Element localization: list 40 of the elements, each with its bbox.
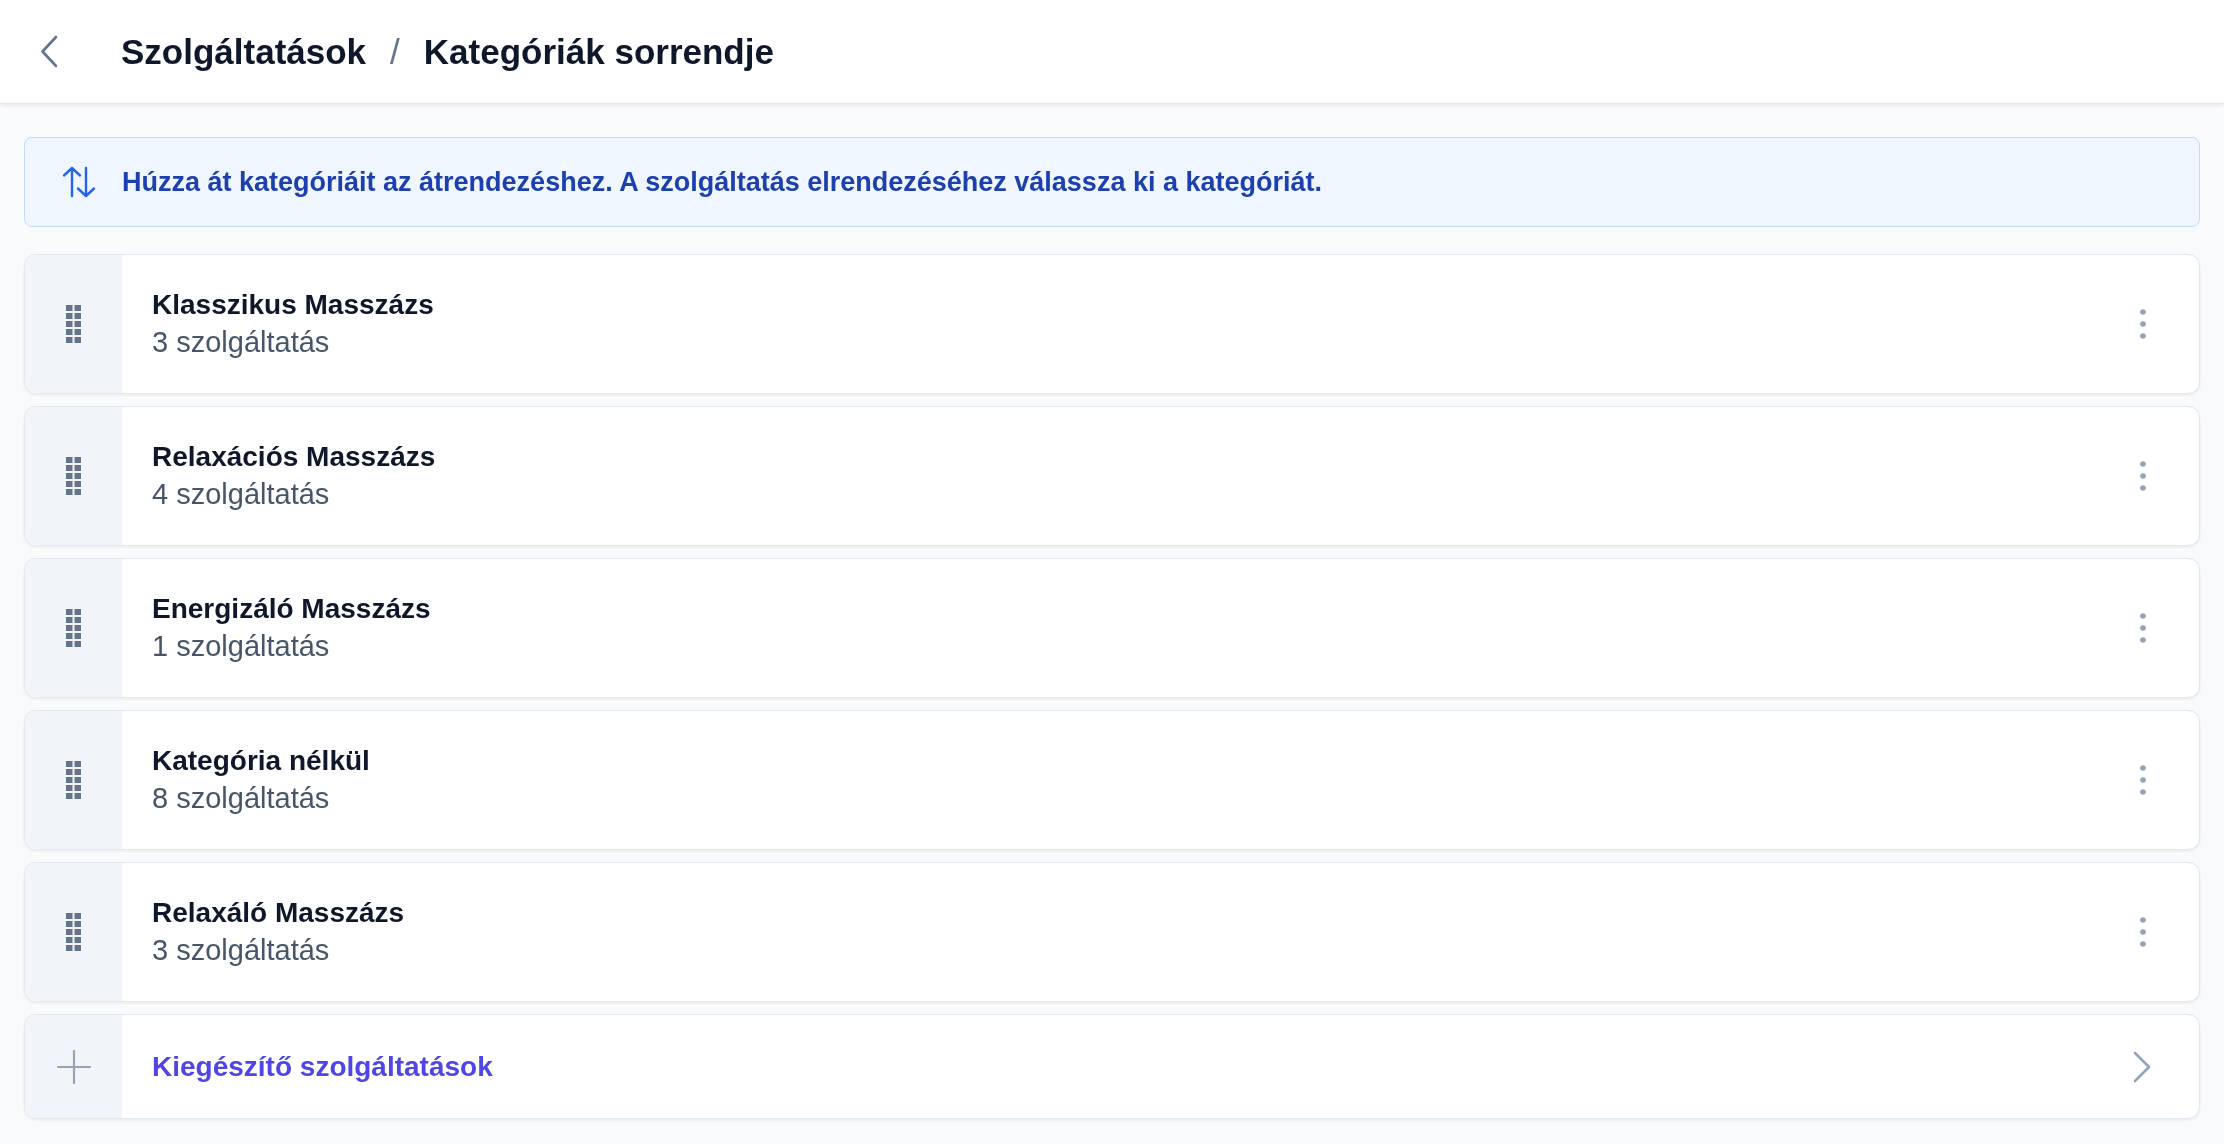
dots-vertical-icon[interactable]: [2140, 309, 2146, 339]
grip-icon: [66, 305, 81, 343]
dots-vertical-icon[interactable]: [2140, 461, 2146, 491]
chevron-right-icon[interactable]: [2133, 1050, 2151, 1083]
category-card[interactable]: Relaxáló Masszázs 3 szolgáltatás: [24, 862, 2200, 1002]
drag-handle[interactable]: [25, 255, 122, 393]
service-count: 1 szolgáltatás: [152, 630, 330, 663]
service-count: 8 szolgáltatás: [152, 782, 330, 815]
category-card[interactable]: Relaxációs Masszázs 4 szolgáltatás: [24, 406, 2200, 546]
category-card[interactable]: Kategória nélkül 8 szolgáltatás: [24, 710, 2200, 850]
dots-vertical-icon[interactable]: [2140, 765, 2146, 795]
drag-handle[interactable]: [25, 863, 122, 1001]
category-name: Kategória nélkül: [152, 745, 370, 777]
category-card[interactable]: Klasszikus Masszázs 3 szolgáltatás: [24, 254, 2200, 394]
drag-handle[interactable]: [25, 711, 122, 849]
page-title: Kategóriák sorrendje: [423, 31, 774, 72]
category-name: Relaxációs Masszázs: [152, 441, 436, 473]
arrows-up-down-icon: [62, 166, 96, 198]
grip-icon: [66, 761, 81, 799]
category-name: Energizáló Masszázs: [152, 593, 431, 625]
service-count: 4 szolgáltatás: [152, 478, 330, 511]
breadcrumb-separator: /: [390, 31, 400, 72]
plus-icon: [56, 1049, 91, 1084]
breadcrumb-link[interactable]: Szolgáltatások: [121, 31, 367, 72]
grip-icon: [66, 913, 81, 951]
service-count: 3 szolgáltatás: [152, 934, 330, 967]
drag-handle[interactable]: [25, 407, 122, 545]
grip-icon: [66, 609, 81, 647]
service-count: 3 szolgáltatás: [152, 326, 330, 359]
info-text: Húzza át kategóriáit az átrendezéshez. A szolgáltatás elrendezéséhez válassza ki a kategóriát.: [122, 166, 1322, 198]
drag-handle[interactable]: [25, 559, 122, 697]
category-card[interactable]: Energizáló Masszázs 1 szolgáltatás: [24, 558, 2200, 698]
extras-card[interactable]: Kiegészítő szolgáltatások: [24, 1014, 2200, 1119]
extras-label: Kiegészítő szolgáltatások: [152, 1050, 493, 1083]
chevron-left-icon[interactable]: [40, 35, 58, 68]
dots-vertical-icon[interactable]: [2140, 917, 2146, 947]
category-name: Klasszikus Masszázs: [152, 289, 434, 321]
grip-icon: [66, 457, 81, 495]
category-name: Relaxáló Masszázs: [152, 897, 405, 929]
dots-vertical-icon[interactable]: [2140, 613, 2146, 643]
